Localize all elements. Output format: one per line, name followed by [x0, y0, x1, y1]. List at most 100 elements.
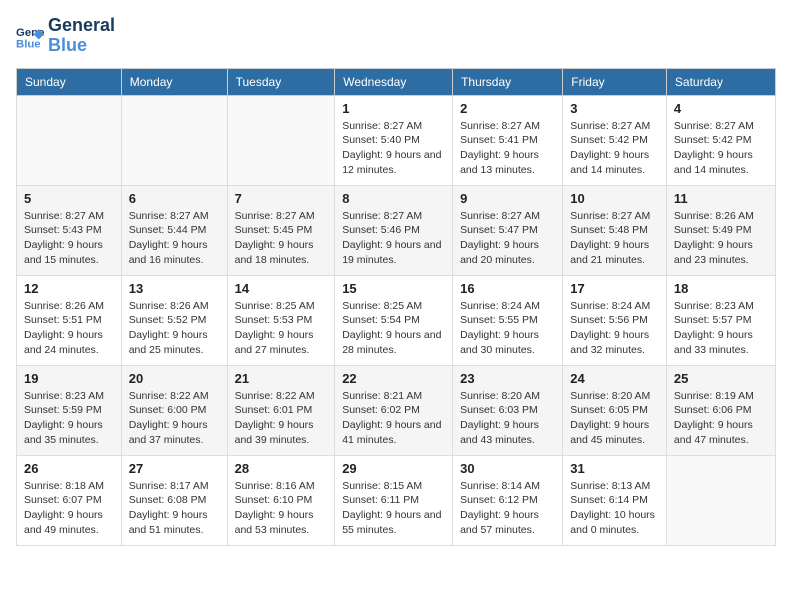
calendar-cell: 9 Sunrise: 8:27 AMSunset: 5:47 PMDaylight… — [453, 185, 563, 275]
day-info: Sunrise: 8:27 AMSunset: 5:45 PMDaylight:… — [235, 209, 328, 268]
day-info: Sunrise: 8:13 AMSunset: 6:14 PMDaylight:… — [570, 479, 659, 538]
day-info: Sunrise: 8:14 AMSunset: 6:12 PMDaylight:… — [460, 479, 555, 538]
day-number: 8 — [342, 191, 445, 206]
day-number: 10 — [570, 191, 659, 206]
calendar-cell — [227, 95, 335, 185]
day-info: Sunrise: 8:25 AMSunset: 5:54 PMDaylight:… — [342, 299, 445, 358]
calendar-cell: 28Sunrise: 8:16 AMSunset: 6:10 PMDayligh… — [227, 455, 335, 545]
day-number: 6 — [129, 191, 220, 206]
calendar-cell: 2 Sunrise: 8:27 AMSunset: 5:41 PMDaylight… — [453, 95, 563, 185]
day-number: 30 — [460, 461, 555, 476]
day-number: 3 — [570, 101, 659, 116]
calendar-cell: 11 Sunrise: 8:26 AMSunset: 5:49 PMDayligh… — [666, 185, 775, 275]
day-info: Sunrise: 8:27 AMSunset: 5:41 PMDaylight:… — [460, 119, 555, 178]
weekday-header: Sunday — [17, 68, 122, 95]
logo-icon: General Blue — [16, 22, 44, 50]
day-info: Sunrise: 8:26 AMSunset: 5:51 PMDaylight:… — [24, 299, 114, 358]
day-info: Sunrise: 8:27 AMSunset: 5:42 PMDaylight:… — [674, 119, 768, 178]
day-info: Sunrise: 8:27 AMSunset: 5:40 PMDaylight:… — [342, 119, 445, 178]
day-number: 4 — [674, 101, 768, 116]
day-info: Sunrise: 8:20 AMSunset: 6:03 PMDaylight:… — [460, 389, 555, 448]
day-number: 5 — [24, 191, 114, 206]
weekday-header: Friday — [563, 68, 667, 95]
day-info: Sunrise: 8:27 AMSunset: 5:42 PMDaylight:… — [570, 119, 659, 178]
calendar-cell: 8Sunrise: 8:27 AMSunset: 5:46 PMDaylight… — [335, 185, 453, 275]
logo: General Blue GeneralBlue — [16, 16, 115, 56]
day-number: 22 — [342, 371, 445, 386]
calendar-week-row: 5 Sunrise: 8:27 AMSunset: 5:43 PMDaylight… — [17, 185, 776, 275]
calendar-cell — [666, 455, 775, 545]
page-header: General Blue GeneralBlue — [16, 16, 776, 56]
day-info: Sunrise: 8:22 AMSunset: 6:00 PMDaylight:… — [129, 389, 220, 448]
weekday-header: Wednesday — [335, 68, 453, 95]
day-info: Sunrise: 8:23 AMSunset: 5:59 PMDaylight:… — [24, 389, 114, 448]
day-number: 18 — [674, 281, 768, 296]
day-info: Sunrise: 8:24 AMSunset: 5:56 PMDaylight:… — [570, 299, 659, 358]
day-number: 27 — [129, 461, 220, 476]
calendar-cell: 19 Sunrise: 8:23 AMSunset: 5:59 PMDayligh… — [17, 365, 122, 455]
calendar-week-row: 26 Sunrise: 8:18 AMSunset: 6:07 PMDayligh… — [17, 455, 776, 545]
day-number: 7 — [235, 191, 328, 206]
calendar-cell: 1 Sunrise: 8:27 AMSunset: 5:40 PMDaylight… — [335, 95, 453, 185]
day-number: 24 — [570, 371, 659, 386]
day-number: 12 — [24, 281, 114, 296]
calendar-week-row: 1 Sunrise: 8:27 AMSunset: 5:40 PMDaylight… — [17, 95, 776, 185]
calendar-cell: 12 Sunrise: 8:26 AMSunset: 5:51 PMDayligh… — [17, 275, 122, 365]
svg-text:Blue: Blue — [16, 38, 41, 50]
logo-text: GeneralBlue — [48, 16, 115, 56]
day-number: 2 — [460, 101, 555, 116]
day-number: 16 — [460, 281, 555, 296]
day-number: 11 — [674, 191, 768, 206]
calendar-week-row: 19 Sunrise: 8:23 AMSunset: 5:59 PMDayligh… — [17, 365, 776, 455]
calendar-cell: 26 Sunrise: 8:18 AMSunset: 6:07 PMDayligh… — [17, 455, 122, 545]
day-number: 26 — [24, 461, 114, 476]
calendar-table: SundayMondayTuesdayWednesdayThursdayFrid… — [16, 68, 776, 546]
day-info: Sunrise: 8:19 AMSunset: 6:06 PMDaylight:… — [674, 389, 768, 448]
day-number: 17 — [570, 281, 659, 296]
calendar-cell: 20 Sunrise: 8:22 AMSunset: 6:00 PMDayligh… — [121, 365, 227, 455]
day-number: 15 — [342, 281, 445, 296]
calendar-cell: 17 Sunrise: 8:24 AMSunset: 5:56 PMDayligh… — [563, 275, 667, 365]
calendar-cell: 14Sunrise: 8:25 AMSunset: 5:53 PMDayligh… — [227, 275, 335, 365]
calendar-cell — [121, 95, 227, 185]
day-info: Sunrise: 8:18 AMSunset: 6:07 PMDaylight:… — [24, 479, 114, 538]
calendar-cell: 24 Sunrise: 8:20 AMSunset: 6:05 PMDayligh… — [563, 365, 667, 455]
calendar-cell: 31 Sunrise: 8:13 AMSunset: 6:14 PMDayligh… — [563, 455, 667, 545]
day-info: Sunrise: 8:21 AMSunset: 6:02 PMDaylight:… — [342, 389, 445, 448]
day-number: 28 — [235, 461, 328, 476]
day-number: 20 — [129, 371, 220, 386]
day-info: Sunrise: 8:24 AMSunset: 5:55 PMDaylight:… — [460, 299, 555, 358]
calendar-cell: 22 Sunrise: 8:21 AMSunset: 6:02 PMDayligh… — [335, 365, 453, 455]
calendar-cell: 3 Sunrise: 8:27 AMSunset: 5:42 PMDaylight… — [563, 95, 667, 185]
weekday-header: Monday — [121, 68, 227, 95]
weekday-header-row: SundayMondayTuesdayWednesdayThursdayFrid… — [17, 68, 776, 95]
day-number: 21 — [235, 371, 328, 386]
day-number: 1 — [342, 101, 445, 116]
day-info: Sunrise: 8:26 AMSunset: 5:52 PMDaylight:… — [129, 299, 220, 358]
calendar-cell: 29Sunrise: 8:15 AMSunset: 6:11 PMDayligh… — [335, 455, 453, 545]
calendar-cell: 4 Sunrise: 8:27 AMSunset: 5:42 PMDaylight… — [666, 95, 775, 185]
calendar-cell: 18 Sunrise: 8:23 AMSunset: 5:57 PMDayligh… — [666, 275, 775, 365]
day-number: 25 — [674, 371, 768, 386]
day-number: 14 — [235, 281, 328, 296]
day-number: 19 — [24, 371, 114, 386]
weekday-header: Saturday — [666, 68, 775, 95]
day-number: 31 — [570, 461, 659, 476]
day-info: Sunrise: 8:26 AMSunset: 5:49 PMDaylight:… — [674, 209, 768, 268]
calendar-cell: 15 Sunrise: 8:25 AMSunset: 5:54 PMDayligh… — [335, 275, 453, 365]
calendar-cell: 23 Sunrise: 8:20 AMSunset: 6:03 PMDayligh… — [453, 365, 563, 455]
day-info: Sunrise: 8:27 AMSunset: 5:43 PMDaylight:… — [24, 209, 114, 268]
calendar-cell: 21 Sunrise: 8:22 AMSunset: 6:01 PMDayligh… — [227, 365, 335, 455]
day-info: Sunrise: 8:27 AMSunset: 5:47 PMDaylight:… — [460, 209, 555, 268]
day-number: 9 — [460, 191, 555, 206]
calendar-cell: 10Sunrise: 8:27 AMSunset: 5:48 PMDayligh… — [563, 185, 667, 275]
calendar-cell: 6Sunrise: 8:27 AMSunset: 5:44 PMDaylight… — [121, 185, 227, 275]
calendar-week-row: 12 Sunrise: 8:26 AMSunset: 5:51 PMDayligh… — [17, 275, 776, 365]
day-info: Sunrise: 8:23 AMSunset: 5:57 PMDaylight:… — [674, 299, 768, 358]
day-info: Sunrise: 8:20 AMSunset: 6:05 PMDaylight:… — [570, 389, 659, 448]
day-info: Sunrise: 8:15 AMSunset: 6:11 PMDaylight:… — [342, 479, 445, 538]
calendar-cell: 25 Sunrise: 8:19 AMSunset: 6:06 PMDayligh… — [666, 365, 775, 455]
calendar-cell: 27Sunrise: 8:17 AMSunset: 6:08 PMDayligh… — [121, 455, 227, 545]
day-info: Sunrise: 8:22 AMSunset: 6:01 PMDaylight:… — [235, 389, 328, 448]
day-number: 23 — [460, 371, 555, 386]
